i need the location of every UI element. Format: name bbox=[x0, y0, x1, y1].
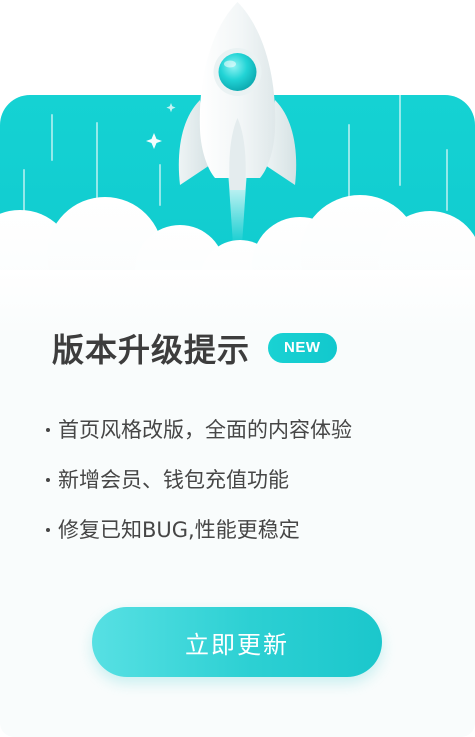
update-now-button[interactable]: 立即更新 bbox=[92, 607, 382, 677]
dialog-title: 版本升级提示 bbox=[52, 331, 251, 369]
feature-text: 首页风格改版，全面的内容体验 bbox=[58, 418, 352, 442]
bullet-icon bbox=[46, 428, 50, 432]
feature-item: 新增会员、钱包充值功能 bbox=[46, 455, 352, 505]
new-badge: NEW bbox=[268, 333, 337, 363]
feature-item: 修复已知BUG,性能更稳定 bbox=[46, 505, 352, 555]
feature-list: 首页风格改版，全面的内容体验 新增会员、钱包充值功能 修复已知BUG,性能更稳定 bbox=[46, 405, 352, 555]
feature-text: 修复已知BUG,性能更稳定 bbox=[58, 518, 300, 542]
rocket-icon bbox=[170, 0, 305, 255]
bullet-icon bbox=[46, 478, 50, 482]
feature-item: 首页风格改版，全面的内容体验 bbox=[46, 405, 352, 455]
bullet-icon bbox=[46, 528, 50, 532]
title-row: 版本升级提示 NEW bbox=[52, 326, 337, 370]
update-dialog: 版本升级提示 NEW 首页风格改版，全面的内容体验 新增会员、钱包充值功能 修复… bbox=[0, 0, 475, 737]
feature-text: 新增会员、钱包充值功能 bbox=[58, 468, 289, 492]
